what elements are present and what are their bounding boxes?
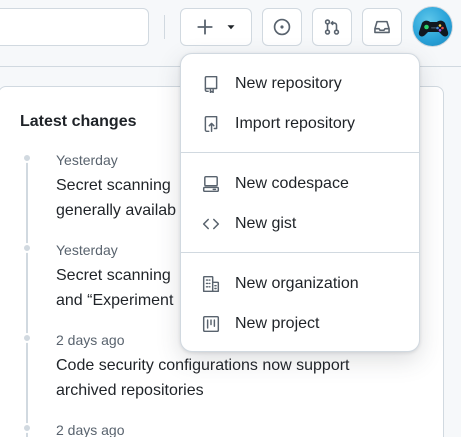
menu-divider bbox=[181, 152, 419, 153]
change-title-line[interactable]: Code security configurations now support bbox=[56, 353, 350, 378]
change-title-line[interactable]: Secret scanning bbox=[56, 263, 171, 288]
timeline-line bbox=[26, 160, 28, 437]
change-date: 2 days ago bbox=[56, 332, 125, 348]
timeline-dot bbox=[22, 153, 32, 163]
change-date: 2 days ago bbox=[56, 422, 125, 437]
menu-item-import-repository[interactable]: Import repository bbox=[189, 106, 413, 142]
game-controller-avatar bbox=[418, 20, 449, 37]
project-icon bbox=[189, 315, 233, 333]
menu-item-label: New codespace bbox=[235, 175, 349, 192]
triangle-down-icon bbox=[226, 22, 236, 32]
menu-item-label: New organization bbox=[235, 275, 359, 292]
menu-item-new-project[interactable]: New project bbox=[189, 306, 413, 342]
menu-item-new-codespace[interactable]: New codespace bbox=[189, 166, 413, 202]
timeline-dot bbox=[22, 423, 32, 433]
menu-item-label: New project bbox=[235, 315, 320, 332]
inbox-button[interactable] bbox=[362, 8, 402, 46]
menu-item-new-gist[interactable]: New gist bbox=[189, 206, 413, 242]
issues-button[interactable] bbox=[262, 8, 302, 46]
menu-item-label: New repository bbox=[235, 75, 342, 92]
change-title-line[interactable]: generally availab bbox=[56, 198, 176, 223]
repo-icon bbox=[189, 75, 233, 93]
repo-push-icon bbox=[189, 115, 233, 133]
inbox-icon bbox=[373, 18, 391, 36]
avatar[interactable] bbox=[412, 6, 453, 47]
organization-icon bbox=[189, 275, 233, 293]
menu-item-new-repository[interactable]: New repository bbox=[189, 66, 413, 102]
plus-icon bbox=[196, 18, 214, 36]
create-new-button[interactable] bbox=[180, 8, 252, 46]
change-title-line[interactable]: and “Experiment bbox=[56, 288, 173, 313]
timeline-dot bbox=[22, 333, 32, 343]
create-new-menu: New repository Import repository New cod… bbox=[180, 53, 420, 352]
pull-requests-button[interactable] bbox=[312, 8, 352, 46]
latest-changes-title: Latest changes bbox=[20, 113, 137, 130]
issue-opened-icon bbox=[273, 18, 291, 36]
menu-item-new-organization[interactable]: New organization bbox=[189, 266, 413, 302]
menu-item-label: Import repository bbox=[235, 115, 356, 132]
timeline-dot bbox=[22, 243, 32, 253]
code-icon bbox=[189, 215, 233, 233]
change-date: Yesterday bbox=[56, 242, 118, 258]
change-title-line[interactable]: archived repositories bbox=[56, 378, 204, 403]
git-pull-request-icon bbox=[323, 18, 341, 36]
search-input[interactable] bbox=[0, 8, 149, 46]
codespaces-icon bbox=[189, 175, 233, 193]
menu-divider bbox=[181, 252, 419, 253]
header-divider bbox=[164, 15, 165, 39]
menu-item-label: New gist bbox=[235, 215, 297, 232]
change-title-line[interactable]: Secret scanning bbox=[56, 173, 171, 198]
change-date: Yesterday bbox=[56, 152, 118, 168]
